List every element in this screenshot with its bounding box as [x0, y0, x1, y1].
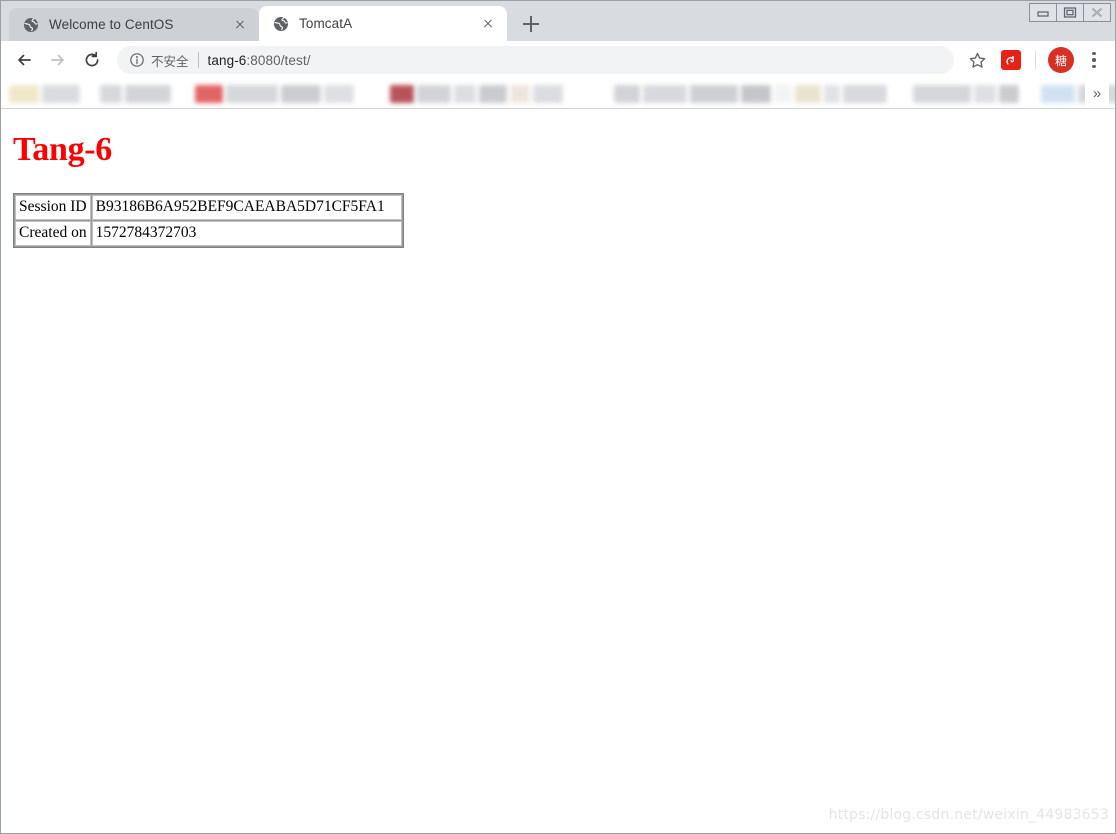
restore-button[interactable]: [1056, 3, 1084, 22]
menu-dot: [1092, 58, 1096, 62]
bookmarks-bar[interactable]: »: [1, 79, 1115, 109]
omnibox-divider: [197, 52, 199, 68]
bookmarks-overflow-button[interactable]: »: [1085, 79, 1109, 108]
bookmark-item[interactable]: [125, 84, 171, 103]
tab-welcome-to-centos[interactable]: Welcome to CentOS: [9, 8, 259, 41]
back-arrow-icon: [18, 54, 31, 66]
three-dot-menu-icon[interactable]: [1081, 45, 1107, 75]
bookmark-item[interactable]: [9, 84, 39, 103]
bookmark-item[interactable]: [100, 84, 122, 103]
bookmark-item[interactable]: [174, 84, 192, 103]
url-text: tang-6:8080/test/: [208, 53, 311, 68]
table-cell-value: 1572784372703: [90, 220, 403, 248]
url-path: :8080/test/: [246, 52, 311, 68]
bookmark-item[interactable]: [824, 84, 840, 103]
bookmark-item[interactable]: [226, 84, 278, 103]
bookmark-item[interactable]: [390, 84, 414, 103]
tab-close-icon[interactable]: [231, 16, 249, 34]
bookmark-item[interactable]: [795, 84, 821, 103]
close-button[interactable]: [1083, 3, 1111, 22]
table-row: Session ID B93186B6A952BEF9CAEABA5D71CF5F…: [14, 194, 403, 222]
bookmark-item[interactable]: [690, 84, 738, 103]
tab-title: TomcatA: [299, 16, 353, 31]
table-row: Created on 1572784372703: [14, 220, 403, 248]
bookmark-item[interactable]: [1022, 84, 1038, 103]
bookmark-item[interactable]: [974, 84, 996, 103]
tab-strip: Welcome to CentOS TomcatA: [1, 1, 1115, 41]
avatar[interactable]: 糖: [1048, 47, 1074, 73]
bookmark-item[interactable]: [357, 84, 387, 103]
bookmark-item[interactable]: [479, 84, 507, 103]
tab-title: Welcome to CentOS: [49, 17, 174, 32]
bookmark-item[interactable]: [1041, 84, 1075, 103]
new-tab-button[interactable]: [517, 10, 545, 38]
table-cell-value: B93186B6A952BEF9CAEABA5D71CF5FA1: [90, 194, 403, 222]
bookmark-item[interactable]: [42, 84, 80, 103]
globe-icon: [273, 16, 289, 32]
bookmark-item[interactable]: [890, 84, 910, 103]
page-title: Tang-6: [13, 131, 112, 168]
bookmark-item[interactable]: [417, 84, 451, 103]
reload-icon: [85, 51, 99, 67]
browser-toolbar: 不安全 tang-6:8080/test/ 糖: [1, 41, 1115, 79]
tab-tomcata[interactable]: TomcatA: [259, 6, 507, 41]
menu-dot: [1092, 64, 1096, 68]
forward-arrow-icon: [51, 54, 64, 66]
bookmark-item[interactable]: [999, 84, 1019, 103]
menu-dot: [1092, 52, 1096, 56]
back-button[interactable]: [9, 45, 39, 75]
forward-button[interactable]: [43, 45, 73, 75]
bookmark-item[interactable]: [566, 84, 584, 103]
bookmark-item[interactable]: [774, 84, 792, 103]
window-controls: [1029, 3, 1111, 22]
bookmark-item[interactable]: [510, 84, 530, 103]
session-info-table: Session ID B93186B6A952BEF9CAEABA5D71CF5F…: [13, 193, 404, 249]
toolbar-divider: [1035, 51, 1036, 69]
bookmark-item[interactable]: [324, 84, 354, 103]
bookmark-item[interactable]: [643, 84, 687, 103]
bookmark-item[interactable]: [913, 84, 971, 103]
reload-button[interactable]: [77, 45, 107, 75]
bookmark-item[interactable]: [843, 84, 887, 103]
watermark: https://blog.csdn.net/weixin_44983653: [828, 807, 1109, 823]
bookmark-star-button[interactable]: [962, 45, 992, 75]
minimize-button[interactable]: [1029, 3, 1057, 22]
extension-icon[interactable]: [1001, 50, 1021, 70]
bookmark-item[interactable]: [587, 84, 611, 103]
star-outline-icon: [969, 52, 985, 68]
avatar-initial: 糖: [1054, 53, 1067, 68]
bookmark-item[interactable]: [454, 84, 476, 103]
bookmark-item[interactable]: [614, 84, 640, 103]
page-viewport: Tang-6 Session ID B93186B6A952BEF9CAEABA5…: [1, 109, 1115, 833]
bookmark-items: [9, 84, 1115, 103]
security-status-label: 不安全: [151, 53, 189, 69]
bookmark-item[interactable]: [83, 84, 97, 103]
bookmark-item[interactable]: [195, 84, 223, 103]
browser-window: Welcome to CentOS TomcatA 不安全 tang-6:808…: [0, 0, 1116, 834]
url-host: tang-6: [207, 52, 247, 68]
globe-icon: [23, 17, 39, 33]
tab-close-icon[interactable]: [479, 15, 497, 33]
bookmark-item[interactable]: [533, 84, 563, 103]
table-cell-label: Session ID: [14, 194, 92, 222]
bookmark-item[interactable]: [741, 84, 771, 103]
bookmark-item[interactable]: [281, 84, 321, 103]
address-bar[interactable]: 不安全 tang-6:8080/test/: [117, 46, 954, 74]
info-circle-icon[interactable]: [129, 52, 145, 68]
table-cell-label: Created on: [14, 220, 92, 248]
